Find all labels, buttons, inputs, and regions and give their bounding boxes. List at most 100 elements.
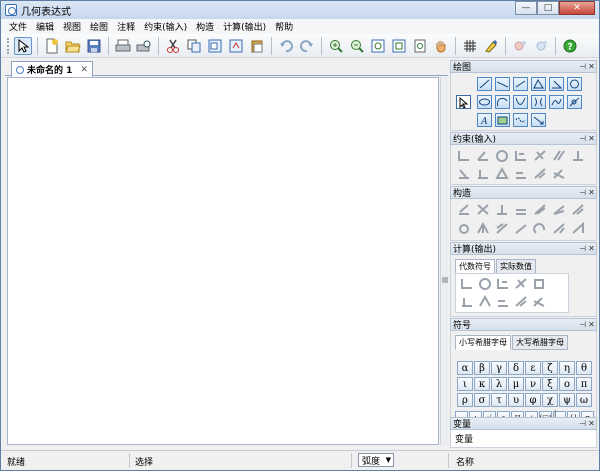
undo-button[interactable] — [277, 37, 295, 55]
hyperbola-tool[interactable] — [531, 95, 546, 109]
animate-button[interactable] — [511, 37, 529, 55]
panel-close-icon[interactable]: ✕ — [587, 320, 596, 329]
construct-angle-bisector-icon[interactable] — [551, 202, 566, 216]
canvas-vertical-scrollbar[interactable] — [440, 77, 448, 445]
pin-icon[interactable]: ⊣ — [578, 320, 587, 329]
construct-reflection-icon[interactable] — [475, 221, 490, 235]
construct-midpoint-icon[interactable] — [456, 202, 471, 216]
construct-perpendicular-icon[interactable] — [494, 202, 509, 216]
greek-letter-button[interactable]: ω — [576, 393, 592, 407]
constraint-congruent-icon[interactable] — [532, 166, 547, 180]
panel-close-icon[interactable]: ✕ — [587, 244, 596, 253]
panel-close-icon[interactable]: ✕ — [587, 188, 596, 197]
constraint-point-icon[interactable] — [513, 148, 528, 162]
calc-area-icon[interactable] — [459, 294, 474, 308]
construct-circle-icon[interactable] — [570, 221, 585, 235]
variables-panel-body[interactable]: 变量 — [450, 430, 597, 448]
greek-letter-button[interactable]: ρ — [457, 393, 473, 407]
pin-icon[interactable]: ⊣ — [578, 62, 587, 71]
menu-calculate[interactable]: 计算(输出) — [223, 20, 266, 33]
minimize-button[interactable]: — — [515, 1, 537, 15]
construct-intersection-icon[interactable] — [475, 202, 490, 216]
vector-tool[interactable] — [531, 113, 546, 127]
close-button[interactable]: ✕ — [559, 1, 595, 15]
greek-letter-button[interactable]: γ — [491, 361, 507, 375]
greek-letter-button[interactable]: η — [559, 361, 575, 375]
calc-angle-icon[interactable] — [477, 276, 492, 290]
pan-hand-button[interactable] — [432, 37, 450, 55]
paste-special-button[interactable] — [227, 37, 245, 55]
tab-symbolic[interactable]: 代数符号 — [455, 259, 495, 274]
greek-letter-button[interactable]: π — [576, 377, 592, 391]
constraint-incident-icon[interactable] — [475, 166, 490, 180]
new-file-button[interactable] — [43, 37, 61, 55]
parabola-tool[interactable] — [513, 95, 528, 109]
greek-letter-button[interactable]: φ — [525, 393, 541, 407]
menu-construct[interactable]: 构造 — [196, 20, 214, 33]
menu-constrain[interactable]: 约束(输入) — [144, 20, 187, 33]
tab-lowercase-greek[interactable]: 小写希腊字母 — [455, 335, 511, 350]
construct-locus-icon[interactable] — [456, 221, 471, 235]
pin-icon[interactable]: ⊣ — [578, 188, 587, 197]
zoom-page-button[interactable] — [411, 37, 429, 55]
constraint-tangent-icon[interactable] — [456, 166, 471, 180]
copy-button[interactable] — [185, 37, 203, 55]
construct-rotation-icon[interactable] — [513, 221, 528, 235]
greek-letter-button[interactable]: ψ — [559, 393, 575, 407]
greek-letter-button[interactable]: χ — [542, 393, 558, 407]
greek-letter-button[interactable]: β — [474, 361, 490, 375]
greek-letter-button[interactable]: λ — [491, 377, 507, 391]
locus-tool[interactable] — [513, 113, 528, 127]
greek-letter-button[interactable]: δ — [508, 361, 524, 375]
text-tool[interactable]: A — [477, 113, 492, 127]
greek-letter-button[interactable]: ξ — [542, 377, 558, 391]
construct-polygon-icon[interactable] — [551, 221, 566, 235]
polar-tool[interactable] — [567, 95, 582, 109]
greek-letter-button[interactable]: ε — [525, 361, 541, 375]
calc-equation-icon[interactable] — [477, 294, 492, 308]
calc-radius-icon[interactable] — [495, 276, 510, 290]
greek-letter-button[interactable]: κ — [474, 377, 490, 391]
greek-letter-button[interactable]: ζ — [542, 361, 558, 375]
menu-annotate[interactable]: 注释 — [117, 20, 135, 33]
menu-file[interactable]: 文件 — [9, 20, 27, 33]
tab-numeric[interactable]: 实际数值 — [496, 259, 536, 274]
panel-close-icon[interactable]: ✕ — [587, 134, 596, 143]
zoom-window-button[interactable] — [390, 37, 408, 55]
document-tab[interactable]: 未命名的 1 ✕ — [11, 61, 93, 77]
constraint-perpendicular-icon[interactable] — [570, 148, 585, 162]
redo-button[interactable] — [298, 37, 316, 55]
pin-icon[interactable]: ⊣ — [578, 419, 587, 428]
calc-implicit-icon[interactable] — [531, 294, 546, 308]
ray-tool[interactable] — [513, 77, 528, 91]
constraint-area-icon[interactable] — [494, 166, 509, 180]
copy-as-button[interactable] — [206, 37, 224, 55]
greek-letter-button[interactable]: σ — [474, 393, 490, 407]
pin-icon[interactable]: ⊣ — [578, 134, 587, 143]
construct-dilation-icon[interactable] — [532, 221, 547, 235]
greek-letter-button[interactable]: υ — [508, 393, 524, 407]
menu-edit[interactable]: 编辑 — [36, 20, 54, 33]
help-button[interactable]: ? — [561, 37, 579, 55]
tab-uppercase-greek[interactable]: 大写希腊字母 — [512, 335, 568, 350]
angle-mode-dropdown[interactable]: 弧度 ▼ — [358, 453, 394, 467]
greek-letter-button[interactable]: θ — [576, 361, 592, 375]
calc-slope-icon[interactable] — [513, 276, 528, 290]
angle-tool[interactable] — [549, 77, 564, 91]
line-segment-tool[interactable] — [477, 77, 492, 91]
greek-letter-button[interactable]: ν — [525, 377, 541, 391]
greek-letter-button[interactable]: τ — [491, 393, 507, 407]
ellipse-tool[interactable] — [477, 95, 492, 109]
greek-letter-button[interactable]: ι — [457, 377, 473, 391]
function-tool[interactable] — [549, 95, 564, 109]
constraint-radius-icon[interactable] — [494, 148, 509, 162]
greek-letter-button[interactable]: α — [457, 361, 473, 375]
calc-distance-icon[interactable] — [495, 294, 510, 308]
pointer-tool[interactable] — [456, 95, 471, 109]
menu-help[interactable]: 帮助 — [275, 20, 293, 33]
construct-parallel-icon[interactable] — [513, 202, 528, 216]
construct-tangent-icon[interactable] — [570, 202, 585, 216]
paste-button[interactable] — [248, 37, 266, 55]
picture-tool[interactable] — [495, 113, 510, 127]
construct-translation-icon[interactable] — [494, 221, 509, 235]
